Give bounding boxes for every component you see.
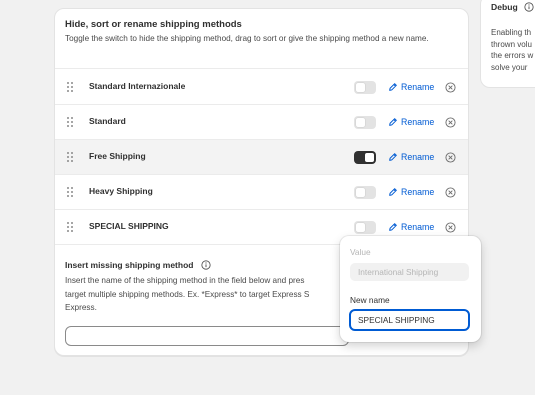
shipping-method-label: Standard <box>89 116 126 126</box>
rename-button[interactable]: Rename <box>388 152 434 162</box>
drag-handle-icon[interactable] <box>67 117 75 128</box>
missing-method-description: Insert the name of the shipping method i… <box>65 274 365 315</box>
missing-desc-line: Insert the name of the shipping method i… <box>65 276 305 285</box>
missing-desc-line: target multiple shipping methods. Ex. *E… <box>65 289 310 299</box>
remove-circle-icon[interactable] <box>445 187 456 198</box>
rename-label: Rename <box>401 152 435 162</box>
debug-card: Debug Enabling th thrown volu the errors… <box>480 0 535 88</box>
rename-label: Rename <box>401 222 435 232</box>
shipping-method-label: SPECIAL SHIPPING <box>89 221 169 231</box>
rename-label: Rename <box>401 117 435 127</box>
hide-toggle[interactable] <box>354 186 376 199</box>
remove-circle-icon[interactable] <box>445 117 456 128</box>
pencil-icon <box>389 118 397 126</box>
remove-circle-icon[interactable] <box>445 222 456 233</box>
pencil-icon <box>389 83 397 91</box>
drag-handle-icon[interactable] <box>67 152 75 163</box>
hide-toggle[interactable] <box>354 116 376 129</box>
hide-toggle[interactable] <box>354 221 376 234</box>
value-label: Value <box>350 247 371 257</box>
card-header: Hide, sort or rename shipping methods To… <box>55 9 468 69</box>
missing-desc-line: Express. <box>65 303 97 312</box>
info-icon[interactable] <box>201 260 212 270</box>
info-icon[interactable] <box>524 2 534 12</box>
debug-line: solve your <box>491 62 528 72</box>
rename-button[interactable]: Rename <box>388 187 434 197</box>
card-description: Toggle the switch to hide the shipping m… <box>65 34 429 43</box>
new-name-input[interactable]: SPECIAL SHIPPING <box>349 309 470 331</box>
debug-description: Enabling th thrown volu the errors w sol… <box>491 27 535 73</box>
debug-line: the errors w <box>491 51 534 60</box>
drag-handle-icon[interactable] <box>67 82 75 93</box>
drag-handle-icon[interactable] <box>67 187 75 198</box>
rename-label: Rename <box>401 82 435 92</box>
rename-button[interactable]: Rename <box>388 82 434 92</box>
debug-line: Enabling th <box>491 28 532 37</box>
shipping-method-row[interactable]: Standard Rename <box>55 105 468 140</box>
remove-circle-icon[interactable] <box>445 82 456 93</box>
missing-method-title-text: Insert missing shipping method <box>65 260 194 270</box>
debug-title-text: Debug <box>491 2 518 12</box>
pencil-icon <box>389 188 397 196</box>
hide-toggle[interactable] <box>354 151 376 164</box>
missing-method-title: Insert missing shipping method <box>65 260 365 270</box>
rename-button[interactable]: Rename <box>388 222 434 232</box>
shipping-method-row[interactable]: Heavy Shipping Rename <box>55 175 468 210</box>
rename-label: Rename <box>401 187 435 197</box>
shipping-method-label: Standard Internazionale <box>89 81 186 91</box>
rename-button[interactable]: Rename <box>388 117 434 127</box>
original-value-field: International Shipping <box>350 263 469 281</box>
pencil-icon <box>389 223 397 231</box>
shipping-method-label: Free Shipping <box>89 151 146 161</box>
remove-circle-icon[interactable] <box>445 152 456 163</box>
debug-title: Debug <box>491 2 534 12</box>
pencil-icon <box>389 153 397 161</box>
rename-popover: Value International Shipping New name SP… <box>340 236 481 342</box>
shipping-method-row[interactable]: Free Shipping Rename <box>55 140 468 175</box>
shipping-method-label: Heavy Shipping <box>89 186 153 196</box>
missing-method-input[interactable] <box>65 326 349 346</box>
card-title: Hide, sort or rename shipping methods <box>65 19 242 30</box>
hide-toggle[interactable] <box>354 81 376 94</box>
new-name-label: New name <box>350 295 390 305</box>
debug-line: thrown volu <box>491 39 532 49</box>
shipping-method-row[interactable]: Standard Internazionale Rename <box>55 70 468 105</box>
drag-handle-icon[interactable] <box>67 222 75 233</box>
missing-method-section: Insert missing shipping method Insert th… <box>65 260 365 315</box>
